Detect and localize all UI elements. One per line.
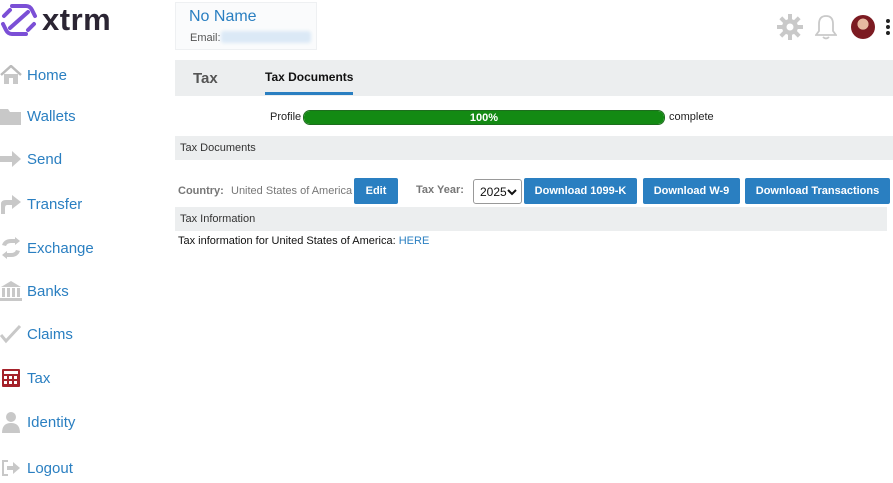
- sidebar-item-label: Logout: [27, 459, 73, 477]
- check-icon: [0, 323, 22, 345]
- sidebar-item-logout[interactable]: Logout: [0, 453, 73, 483]
- avatar[interactable]: [851, 15, 875, 39]
- email-label: Email:: [190, 32, 221, 44]
- sidebar-item-label: Wallets: [27, 107, 76, 125]
- country-value: United States of America: [231, 185, 353, 197]
- progress-label: Profile: [270, 111, 302, 123]
- section-header-tax-documents: Tax Documents: [175, 136, 893, 160]
- profile-progress-bar: 100%: [303, 110, 665, 125]
- progress-suffix: complete: [669, 111, 714, 123]
- sidebar-item-label: Transfer: [27, 195, 83, 213]
- transfer-icon: [0, 193, 22, 215]
- sidebar-item-wallets[interactable]: Wallets: [0, 101, 76, 131]
- logout-icon: [0, 457, 22, 479]
- sidebar-item-label: Claims: [27, 325, 73, 343]
- chevron-down-icon: [507, 189, 517, 196]
- sidebar-item-label: Exchange: [27, 239, 94, 257]
- sidebar-item-label: Send: [27, 150, 63, 168]
- download-w9-button[interactable]: Download W-9: [643, 178, 740, 204]
- sidebar-item-exchange[interactable]: Exchange: [0, 233, 94, 263]
- user-icon: [0, 411, 22, 433]
- bank-icon: [0, 280, 22, 302]
- sidebar-item-send[interactable]: Send: [0, 144, 62, 174]
- download-1099k-button[interactable]: Download 1099-K: [524, 178, 637, 204]
- sidebar-item-identity[interactable]: Identity: [0, 407, 75, 437]
- folder-icon: [0, 105, 22, 127]
- brand-name: xtrm: [42, 2, 112, 37]
- sidebar-item-tax[interactable]: Tax: [0, 363, 50, 393]
- tab-bar: Tax Tax Documents: [175, 60, 893, 96]
- tab-tax[interactable]: Tax: [193, 60, 218, 96]
- tab-tax-documents[interactable]: Tax Documents: [265, 60, 354, 95]
- country-label: Country:: [178, 185, 224, 197]
- edit-country-button[interactable]: Edit: [354, 178, 398, 204]
- calculator-icon: [0, 367, 22, 389]
- sidebar-item-home[interactable]: Home: [0, 60, 67, 90]
- sidebar-item-label: Identity: [27, 413, 76, 431]
- section-header-tax-information: Tax Information: [175, 207, 887, 231]
- logo[interactable]: xtrm: [0, 2, 111, 38]
- sidebar-item-label: Banks: [27, 282, 69, 300]
- gear-icon[interactable]: [777, 14, 803, 40]
- tax-year-label: Tax Year:: [416, 184, 464, 196]
- tax-information-here-link[interactable]: HERE: [399, 235, 430, 247]
- sidebar-item-transfer[interactable]: Transfer: [0, 189, 82, 219]
- arrow-right-icon: [0, 148, 22, 170]
- kebab-menu-icon[interactable]: [886, 19, 890, 35]
- sidebar-item-label: Home: [27, 66, 68, 84]
- tax-information-text: Tax information for United States of Ame…: [178, 235, 429, 247]
- home-icon: [0, 64, 22, 86]
- email-value-redacted: [221, 31, 311, 43]
- tax-year-select[interactable]: 2025: [473, 179, 522, 204]
- bell-icon[interactable]: [815, 14, 837, 40]
- profile-card: No Name Email:: [175, 2, 317, 50]
- profile-name: No Name: [189, 8, 257, 25]
- tax-year-value: 2025: [480, 184, 507, 199]
- sidebar-item-label: Tax: [27, 369, 51, 387]
- xtrm-logo-icon: [1, 4, 37, 36]
- progress-fill: 100%: [304, 111, 664, 124]
- exchange-icon: [0, 237, 22, 259]
- download-transactions-button[interactable]: Download Transactions: [745, 178, 890, 204]
- tax-information-sentence: Tax information for United States of Ame…: [178, 235, 399, 247]
- sidebar-item-claims[interactable]: Claims: [0, 319, 73, 349]
- sidebar-item-banks[interactable]: Banks: [0, 276, 69, 306]
- sidebar: xtrm Home Wallets Send Transfer Exchange: [0, 0, 160, 480]
